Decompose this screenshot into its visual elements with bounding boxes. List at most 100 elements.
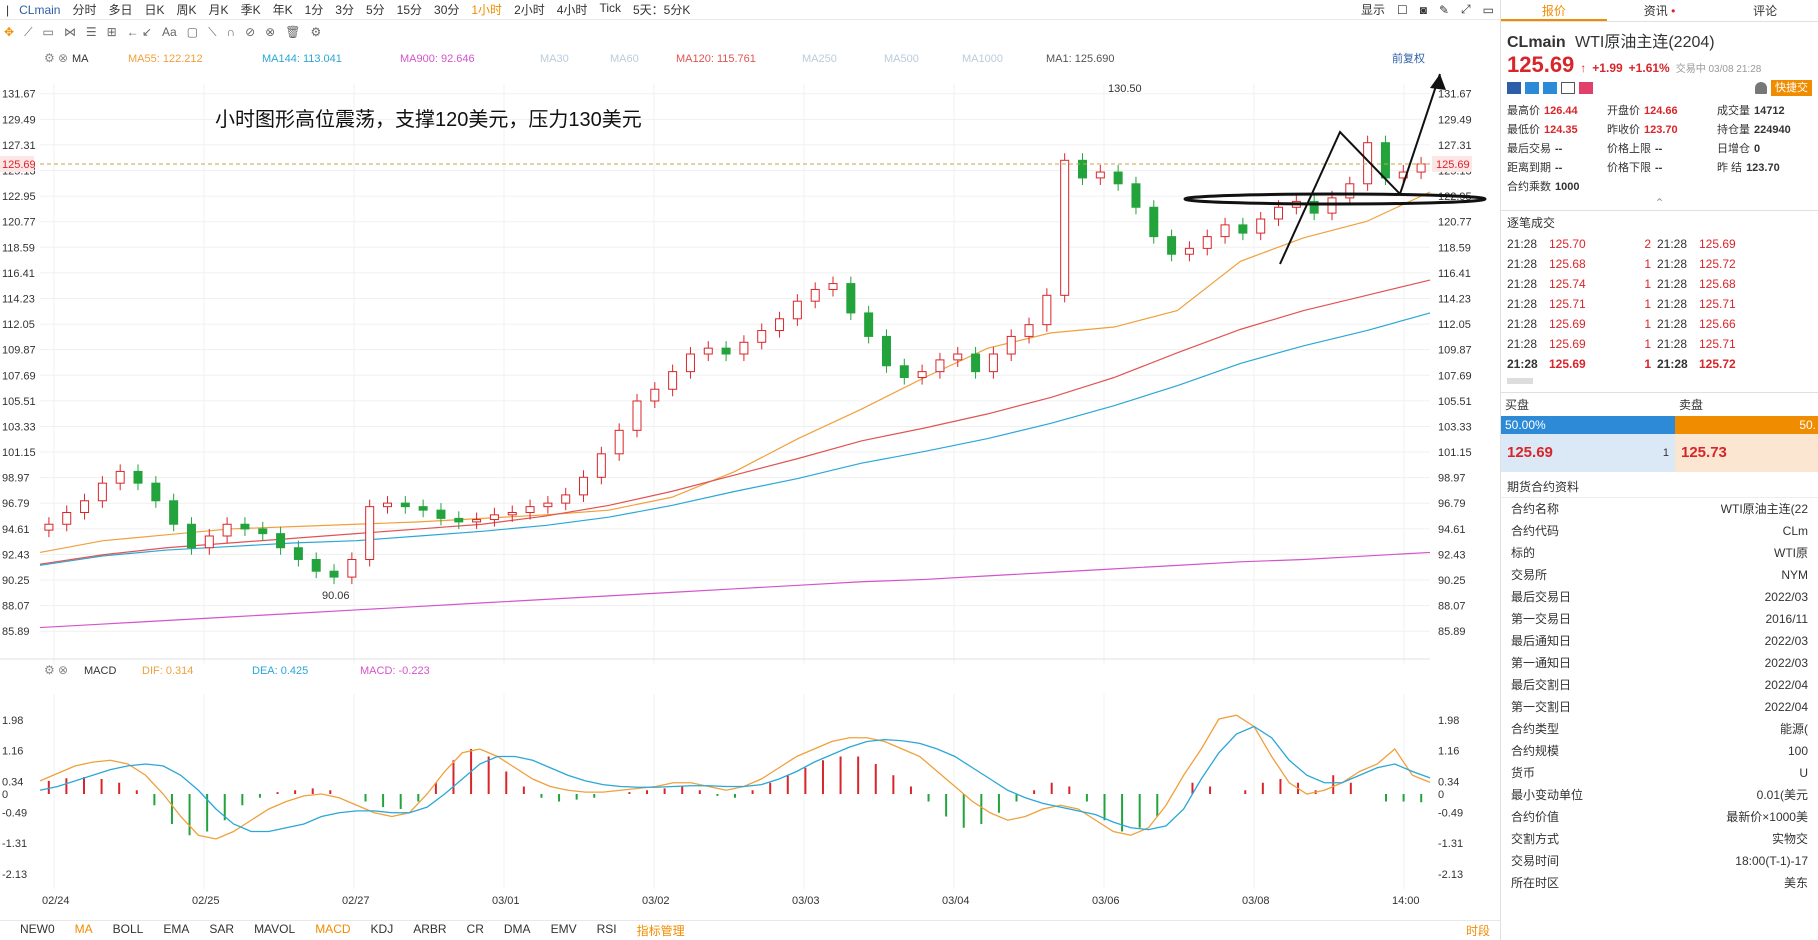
period-tab[interactable]: 5分 — [360, 1, 391, 18]
candle-body — [953, 353, 963, 361]
indicator-tab[interactable]: BOLL — [103, 922, 154, 939]
indicator-tab[interactable]: MACD — [305, 922, 360, 939]
candle-body — [596, 453, 606, 478]
spec-value: 2022/04 — [1764, 678, 1808, 692]
spec-key: 第一通知日 — [1511, 656, 1572, 670]
indicator-tab[interactable]: RSI — [587, 922, 627, 939]
indicator-tab[interactable]: KDJ — [361, 922, 404, 939]
indicator-tab[interactable]: MA — [65, 922, 103, 939]
y-tick-left: 129.49 — [2, 114, 36, 126]
arrow-tool-icon[interactable]: ← ↙ — [127, 25, 152, 39]
indicator-tab[interactable]: CR — [457, 922, 494, 939]
comment-icon[interactable]: ▢ — [187, 25, 198, 39]
settings-icon[interactable]: ⚙ — [310, 25, 321, 39]
trade-cell: 21:28 — [1657, 237, 1688, 251]
period-tab[interactable]: 季K — [235, 1, 267, 18]
tab-comments[interactable]: 评论 — [1712, 0, 1818, 21]
rect-tool-icon[interactable]: ▭ — [42, 25, 53, 39]
spec-row: 合约价值 最新价×1000美 — [1501, 806, 1818, 828]
ruler-icon[interactable]: ⟍ — [208, 25, 216, 40]
spec-value: 实物交 — [1771, 832, 1808, 846]
sidebar-toggle-icon[interactable]: ▭ — [1477, 3, 1500, 17]
candle-body — [365, 506, 375, 560]
measure-tool-icon[interactable]: ⊞ — [107, 25, 117, 39]
indicator-tab[interactable]: MAVOL — [244, 922, 305, 939]
quick-trade-button[interactable]: 快捷交 — [1771, 80, 1812, 96]
period-tab[interactable]: 1小时 — [465, 1, 508, 18]
candle-body — [1024, 324, 1034, 337]
trade-cell: 2 — [1644, 237, 1651, 251]
scroll-handle[interactable] — [1507, 378, 1533, 384]
spec-row: 合约代码 CLm — [1501, 520, 1818, 542]
text-tool-button[interactable]: Aa — [162, 25, 177, 39]
candle-body — [44, 523, 54, 531]
price-chart[interactable]: ⚙ ⊗ MA MA55: 122.212 MA144: 113.041 MA900: 92… — [0, 44, 1500, 940]
indicator-tabs: NEW0 MA BOLL EMA SAR MAVOL MACD KDJ ARBR CR DMA EMV… — [0, 920, 1500, 940]
spec-value: 美东 — [1783, 876, 1808, 890]
quote-stat-label: 距离到期 — [1507, 162, 1551, 174]
period-tab[interactable]: 分时 — [66, 1, 102, 18]
candle-body — [1113, 171, 1123, 185]
macd-dea: DEA: 0.425 — [252, 665, 308, 677]
tab-news[interactable]: 资讯 • — [1607, 0, 1713, 21]
pattern-tool-icon[interactable]: ⋈ — [64, 25, 76, 39]
crosshair-icon[interactable]: ✥ — [4, 25, 14, 39]
symbol-selector[interactable]: CLmain — [15, 3, 66, 17]
y-tick-left: 96.79 — [2, 498, 30, 510]
period-tab[interactable]: 30分 — [428, 1, 465, 18]
tab-quote[interactable]: 报价 — [1501, 0, 1607, 21]
indicator-ma900: MA900: 92.646 — [400, 53, 475, 65]
quote-stat-value: -- — [1555, 143, 1563, 155]
indicator-tab[interactable]: 指标管理 — [627, 922, 695, 939]
lightning-icon[interactable] — [1525, 82, 1539, 94]
period-tab[interactable]: 4小时 — [551, 1, 594, 18]
candle-body — [543, 502, 553, 508]
favorite-icon[interactable] — [1579, 82, 1593, 94]
edit-icon[interactable]: ✎ — [1433, 3, 1455, 17]
checkbox-icon[interactable]: ☐ — [1391, 3, 1414, 17]
period-tab[interactable]: 日K — [139, 1, 171, 18]
bell-icon[interactable] — [1755, 82, 1767, 94]
magnet-icon[interactable]: ∩ — [226, 25, 235, 39]
session-button[interactable]: 时段 — [1456, 922, 1500, 939]
indicator-tab[interactable]: DMA — [494, 922, 541, 939]
period-tab[interactable]: 周K — [171, 1, 203, 18]
indicator-tab[interactable]: SAR — [199, 922, 244, 939]
camera-icon[interactable]: ◙ — [1414, 3, 1433, 17]
fib-tool-icon[interactable]: ☰ — [86, 25, 97, 39]
collapse-chevron-icon[interactable]: ⌃ — [1501, 197, 1818, 210]
display-dropdown[interactable]: 显示 — [1355, 1, 1391, 18]
warning-icon[interactable] — [1543, 82, 1557, 94]
period-tab[interactable]: 月K — [203, 1, 235, 18]
candle-body — [115, 470, 125, 484]
trash-icon[interactable]: 🗑 — [285, 25, 300, 39]
period-tab[interactable]: 2小时 — [508, 1, 551, 18]
indicator-tab[interactable]: EMV — [541, 922, 587, 939]
period-tab[interactable]: 多日 — [103, 1, 139, 18]
ask-price: 125.73 — [1675, 434, 1818, 472]
y-tick-left: 131.67 — [2, 89, 36, 101]
period-tab[interactable]: 5天：5分K — [627, 1, 696, 18]
quote-stat: 合约乘数 1000 — [1507, 178, 1607, 194]
fullscreen-icon[interactable]: ⤢ — [1455, 2, 1477, 17]
note-icon[interactable] — [1561, 82, 1575, 94]
y-tick-left: 94.61 — [2, 524, 30, 536]
indicator-tab[interactable]: EMA — [153, 922, 199, 939]
period-tab[interactable]: 15分 — [391, 1, 428, 18]
menu-icon[interactable]: | — [0, 3, 15, 17]
indicator-ma250: MA250 — [802, 53, 837, 65]
quote-stat: 距离到期 -- — [1507, 159, 1607, 175]
spec-key: 最后交易日 — [1511, 590, 1572, 604]
period-tab[interactable]: Tick — [593, 1, 627, 18]
eye-icon[interactable]: ⊗ — [265, 25, 275, 39]
period-tab[interactable]: 1分 — [299, 1, 330, 18]
chart-area[interactable]: ⚙ ⊗ MA MA55: 122.212 MA144: 113.041 MA900: 92… — [0, 44, 1500, 940]
line-tool-icon[interactable]: ⟋ — [24, 25, 32, 40]
lock-icon[interactable]: ⊘ — [245, 25, 255, 39]
indicator-tab[interactable]: ARBR — [403, 922, 456, 939]
period-tab[interactable]: 年K — [267, 1, 299, 18]
indicator-tab[interactable]: NEW0 — [10, 922, 65, 939]
y-tick-right: 131.67 — [1438, 89, 1472, 101]
trade-cell: 125.66 — [1699, 317, 1736, 331]
period-tab[interactable]: 3分 — [329, 1, 360, 18]
